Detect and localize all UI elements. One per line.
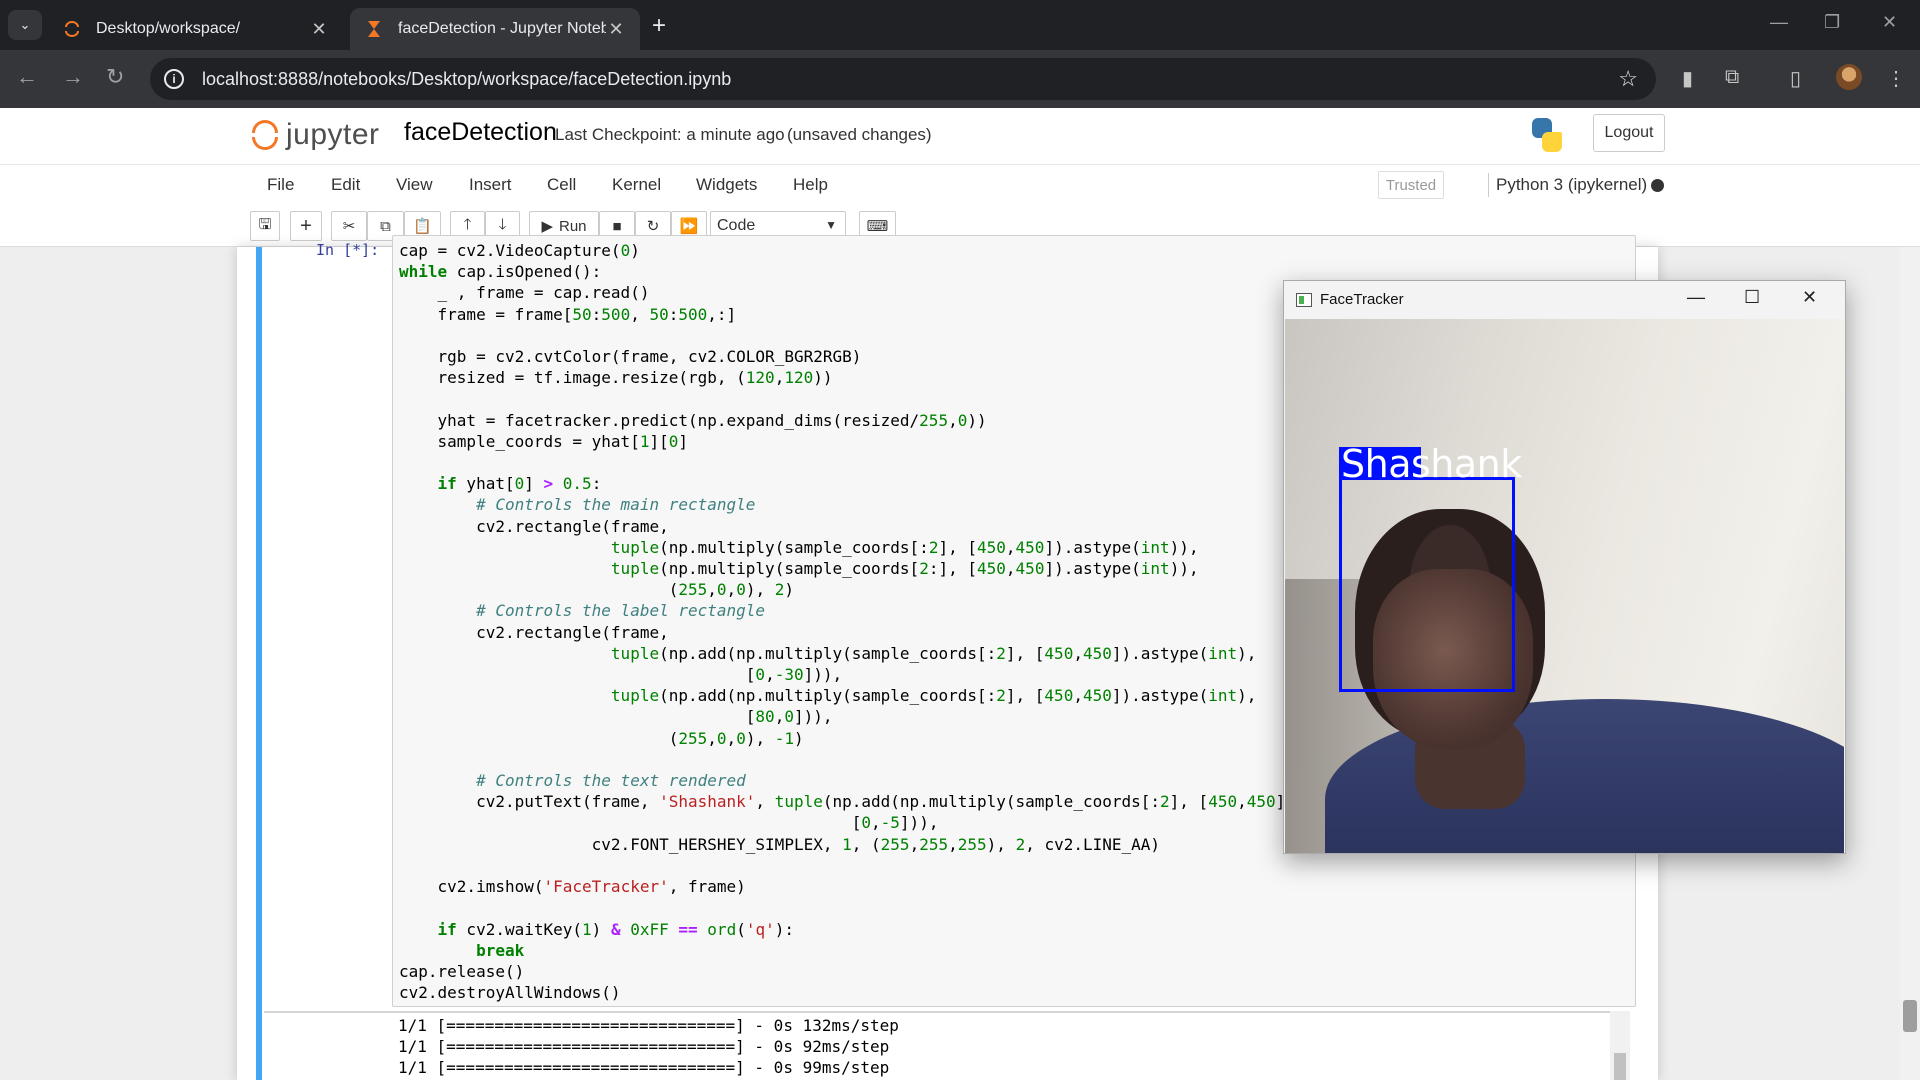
tab-close-icon[interactable]: ✕	[309, 19, 329, 40]
browser-tab[interactable]: Desktop/workspace/ ✕	[48, 8, 343, 50]
tab-close-icon[interactable]: ✕	[606, 19, 626, 40]
tab-search-button[interactable]: ⌄	[8, 10, 42, 40]
notebook-name[interactable]: faceDetection	[404, 118, 557, 147]
tab-title: Desktop/workspace/	[96, 20, 241, 37]
stop-icon: ■	[612, 217, 622, 235]
cell-output: 1/1 [==============================] - 0…	[264, 1011, 1616, 1080]
facetracker-titlebar[interactable]: FaceTracker — ☐ ✕	[1284, 281, 1845, 319]
keyboard-icon: ⌨	[866, 218, 889, 235]
menu-help[interactable]: Help	[793, 175, 828, 195]
extension-icon[interactable]: ▮	[1682, 66, 1693, 91]
avatar[interactable]	[1836, 64, 1862, 90]
jupyter-logo[interactable]: jupyter	[250, 118, 380, 152]
menu-insert[interactable]: Insert	[469, 175, 512, 195]
scrollbar-thumb[interactable]	[1903, 1000, 1917, 1032]
save-icon: 🖫	[258, 215, 272, 233]
output-line: 1/1 [==============================] - 0…	[398, 1058, 890, 1077]
new-tab-button[interactable]: +	[652, 12, 666, 40]
menu-view[interactable]: View	[396, 175, 433, 195]
face-bounding-box	[1339, 477, 1515, 692]
trusted-badge[interactable]: Trusted	[1378, 171, 1444, 199]
jupyter-favicon-icon	[62, 19, 82, 39]
hourglass-icon	[364, 19, 384, 39]
menu-kernel[interactable]: Kernel	[612, 175, 661, 195]
menu-file[interactable]: File	[267, 175, 294, 195]
sidepanel-icon[interactable]: ▯	[1790, 66, 1801, 91]
output-scrollbar[interactable]	[1610, 1011, 1630, 1080]
jupyter-wordmark: jupyter	[286, 118, 380, 151]
kernel-name[interactable]: Python 3 (ipykernel)	[1496, 175, 1647, 195]
window-close-icon[interactable]: ✕	[1882, 12, 1897, 33]
browser-tab-bar: ⌄ Desktop/workspace/ ✕ faceDetection - J…	[0, 0, 1920, 50]
insert-cell-button[interactable]: +	[290, 211, 322, 241]
browser-address-bar: ← → ↻ i localhost:8888/notebooks/Desktop…	[0, 50, 1920, 108]
copy-icon: ⧉	[380, 217, 391, 235]
tab-title: faceDetection - Jupyter Notebook	[398, 20, 606, 37]
logout-button[interactable]: Logout	[1593, 114, 1665, 152]
jupyter-header: jupyter faceDetection Last Checkpoint: a…	[0, 108, 1920, 165]
play-icon: ▶	[541, 218, 553, 235]
menubar: File Edit View Insert Cell Kernel Widget…	[0, 165, 1920, 205]
minimize-icon[interactable]: —	[1770, 12, 1788, 33]
maximize-icon[interactable]: ☐	[1744, 287, 1760, 308]
chevron-down-icon: ▼	[825, 218, 837, 232]
scissors-icon: ✂	[342, 218, 356, 235]
reload-icon[interactable]: ↻	[106, 64, 124, 90]
back-icon[interactable]: ←	[16, 64, 38, 90]
minimize-icon[interactable]: —	[1687, 287, 1705, 308]
webcam-frame: Shashank	[1285, 319, 1844, 853]
kernel-busy-indicator	[1651, 179, 1664, 192]
cell-type-value: Code	[717, 217, 756, 234]
facetracker-title: FaceTracker	[1320, 291, 1404, 308]
menu-widgets[interactable]: Widgets	[696, 175, 757, 195]
checkpoint-status: Last Checkpoint: a minute ago	[555, 125, 785, 144]
url-text: localhost:8888/notebooks/Desktop/workspa…	[202, 68, 732, 89]
autosave-status: (unsaved changes)	[787, 125, 932, 144]
facetracker-window[interactable]: FaceTracker — ☐ ✕ Shashank	[1283, 280, 1846, 854]
restore-icon[interactable]: ❐	[1824, 12, 1840, 33]
divider	[1488, 173, 1489, 197]
restart-icon: ↻	[646, 218, 660, 235]
browser-tab-active[interactable]: faceDetection - Jupyter Notebook ✕	[350, 8, 640, 50]
menu-edit[interactable]: Edit	[331, 175, 360, 195]
url-field[interactable]: i localhost:8888/notebooks/Desktop/works…	[150, 58, 1656, 100]
fast-forward-icon: ⏩	[679, 218, 699, 235]
page-scrollbar[interactable]	[1900, 247, 1920, 1080]
close-icon[interactable]: ✕	[1802, 287, 1817, 308]
plus-icon: +	[300, 214, 312, 237]
site-info-icon[interactable]: i	[164, 69, 184, 89]
scrollbar-thumb[interactable]	[1614, 1053, 1626, 1080]
puzzle-icon[interactable]: ⧉	[1725, 66, 1739, 89]
output-line: 1/1 [==============================] - 0…	[398, 1037, 890, 1056]
more-menu-icon[interactable]: ⋮	[1886, 66, 1906, 91]
cut-button[interactable]: ✂	[331, 211, 367, 241]
save-button[interactable]: 🖫	[250, 211, 280, 241]
window-app-icon	[1296, 293, 1312, 307]
python-logo-icon	[1528, 116, 1566, 154]
paste-icon: 📋	[413, 218, 432, 235]
menu-cell[interactable]: Cell	[547, 175, 576, 195]
face-label: Shashank	[1341, 442, 1522, 486]
run-label: Run	[559, 217, 587, 235]
cell-prompt: In [*]:	[316, 241, 380, 259]
output-line: 1/1 [==============================] - 0…	[398, 1016, 899, 1035]
jupyter-logo-icon	[250, 118, 280, 152]
forward-icon[interactable]: →	[62, 64, 84, 90]
bookmark-star-icon[interactable]: ☆	[1618, 66, 1638, 92]
